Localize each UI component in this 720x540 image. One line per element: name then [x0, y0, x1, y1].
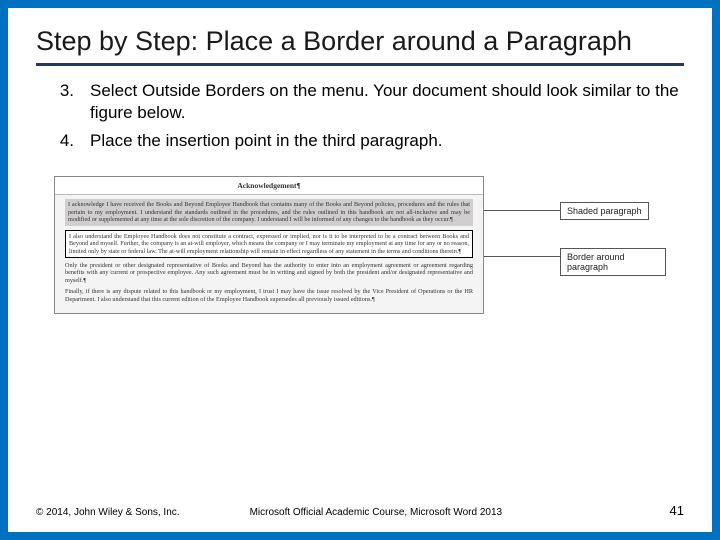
paragraph: Only the president or other designated r… [65, 262, 473, 284]
course-name: Microsoft Official Academic Course, Micr… [250, 507, 503, 518]
slide-title: Step by Step: Place a Border around a Pa… [36, 26, 684, 66]
callout-connector [484, 256, 560, 257]
callout-border: Border around paragraph [560, 248, 666, 276]
paragraph: Finally, if there is any dispute related… [65, 288, 473, 303]
callout-shaded: Shaded paragraph [560, 202, 649, 220]
step-number: 4. [44, 130, 90, 152]
document-preview: Acknowledgement¶ I acknowledge I have re… [54, 176, 484, 314]
step-text: Select Outside Borders on the menu. Your… [90, 80, 684, 124]
paragraph-shaded: I acknowledge I have received the Books … [65, 199, 473, 225]
step-number: 3. [44, 80, 90, 124]
slide: Step by Step: Place a Border around a Pa… [8, 8, 712, 532]
step-item: 3. Select Outside Borders on the menu. Y… [44, 80, 684, 124]
copyright: © 2014, John Wiley & Sons, Inc. [36, 507, 180, 518]
footer: © 2014, John Wiley & Sons, Inc. Microsof… [36, 503, 684, 518]
figure: Acknowledgement¶ I acknowledge I have re… [54, 176, 666, 386]
paragraph-bordered: I also understand the Employee Handbook … [65, 230, 473, 258]
doc-heading: Acknowledgement¶ [55, 177, 483, 195]
step-item: 4. Place the insertion point in the thir… [44, 130, 684, 152]
page-number: 41 [670, 503, 684, 518]
step-list: 3. Select Outside Borders on the menu. Y… [36, 80, 684, 158]
step-text: Place the insertion point in the third p… [90, 130, 684, 152]
callout-connector [484, 210, 560, 211]
